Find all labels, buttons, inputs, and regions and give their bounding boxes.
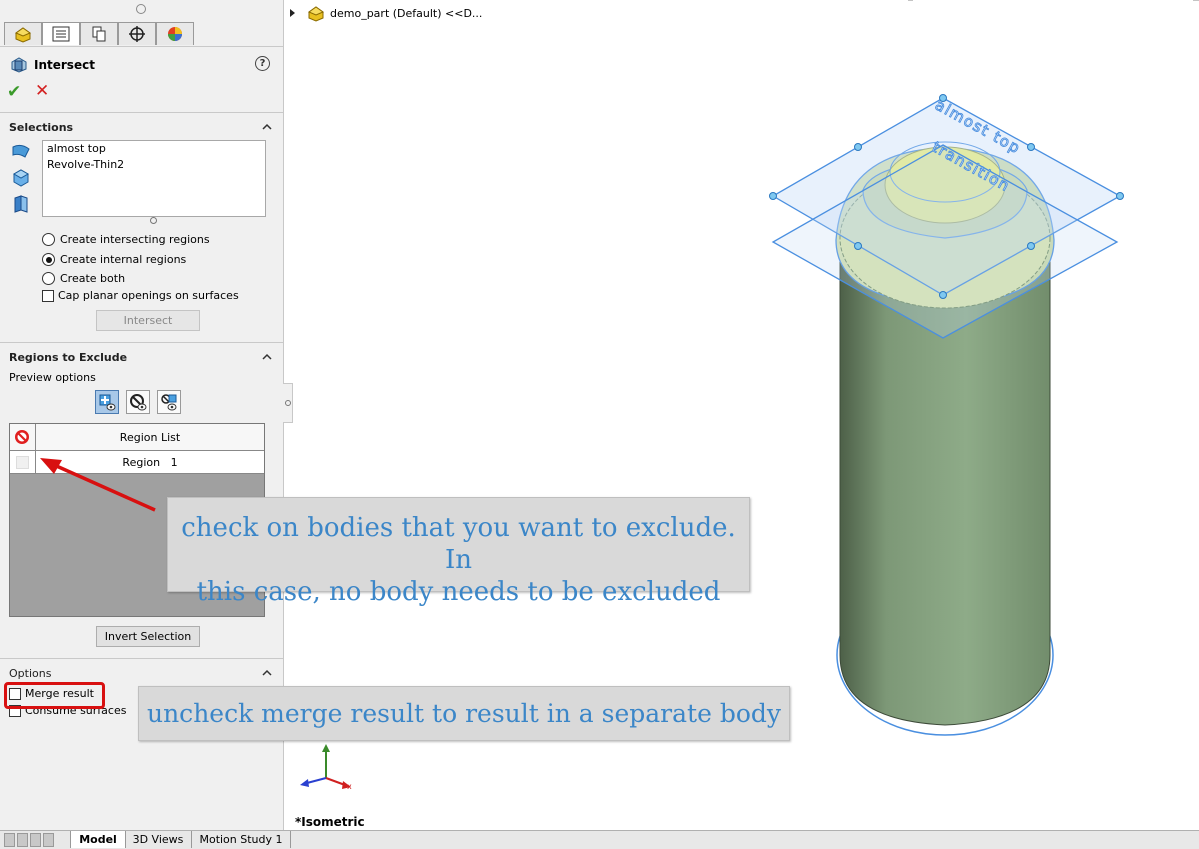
preview-hide-excluded-icon[interactable] (126, 390, 150, 414)
option-create-intersecting[interactable]: Create intersecting regions (42, 233, 210, 246)
pointer-arrow-icon (40, 458, 156, 512)
divider (0, 46, 283, 47)
checkbox-label: Cap planar openings on surfaces (58, 289, 239, 302)
exclude-annotation: check on bodies that you want to exclude… (167, 497, 750, 607)
property-list-icon (52, 26, 70, 42)
cap-planar-option[interactable]: Cap planar openings on surfaces (42, 289, 239, 302)
selection-list[interactable]: almost top Revolve-Thin2 (42, 140, 266, 217)
exclude-icon (15, 430, 29, 444)
plane-selection-icon (12, 144, 30, 158)
help-icon[interactable]: ? (255, 56, 270, 71)
tab-motion-study[interactable]: Motion Study 1 (192, 831, 291, 848)
prev-tab-button[interactable] (17, 833, 28, 847)
list-resize-grip[interactable] (150, 217, 157, 224)
radio-button[interactable] (42, 272, 55, 285)
radio-button[interactable] (42, 233, 55, 246)
ok-button[interactable]: ✔ (7, 82, 21, 102)
preview-both-icon[interactable] (157, 390, 181, 414)
first-tab-button[interactable] (4, 833, 15, 847)
collapse-chevron-icon[interactable] (262, 122, 272, 132)
tab-dimxpert-manager[interactable] (118, 22, 156, 45)
view-orientation-label: *Isometric (295, 815, 365, 829)
intersect-button[interactable]: Intersect (96, 310, 200, 331)
regions-header[interactable]: Regions to Exclude (9, 351, 127, 364)
divider (0, 342, 283, 343)
tab-configuration-manager[interactable] (80, 22, 118, 45)
option-create-internal[interactable]: Create internal regions (42, 253, 186, 266)
tab-feature-manager[interactable] (4, 22, 42, 45)
part-icon (14, 27, 32, 43)
annotation-line: check on bodies that you want to exclude… (181, 513, 736, 575)
bottom-tab-bar: Model 3D Views Motion Study 1 (0, 830, 1199, 849)
next-tab-button[interactable] (30, 833, 41, 847)
radio-label: Create both (60, 272, 126, 285)
region-list-column-header[interactable]: Region List (36, 424, 264, 450)
preview-options-label: Preview options (9, 371, 96, 384)
feature-title-row: Intersect (10, 56, 95, 74)
panel-grip[interactable] (136, 4, 146, 14)
radio-label: Create internal regions (60, 253, 187, 266)
tab-model[interactable]: Model (70, 831, 126, 848)
merge-annotation: uncheck merge result to result in a sepa… (138, 686, 790, 741)
list-item[interactable]: almost top (43, 141, 265, 157)
merge-result-highlight (4, 682, 105, 709)
annotation-line: this case, no body needs to be excluded (196, 577, 721, 607)
last-tab-button[interactable] (43, 833, 54, 847)
tab-3d-views[interactable]: 3D Views (125, 831, 192, 848)
crosshair-icon (129, 26, 145, 42)
list-item[interactable]: Revolve-Thin2 (43, 157, 265, 173)
manager-tabs (4, 22, 194, 46)
tab-display-manager[interactable] (156, 22, 194, 45)
feature-title: Intersect (34, 58, 95, 72)
invert-selection-button[interactable]: Invert Selection (96, 626, 200, 647)
options-header[interactable]: Options (9, 667, 51, 680)
configuration-icon (92, 26, 106, 42)
tab-property-manager[interactable] (42, 22, 80, 45)
option-create-both[interactable]: Create both (42, 272, 125, 285)
preview-show-included-icon[interactable] (95, 390, 119, 414)
radio-button[interactable] (42, 253, 55, 266)
checkbox[interactable] (42, 289, 54, 302)
intersect-icon (11, 57, 27, 73)
triad-x-label: x (347, 782, 352, 791)
axis-triad-icon: x (300, 744, 352, 791)
surface-selection-icon (14, 195, 28, 213)
collapse-chevron-icon[interactable] (262, 352, 272, 362)
body-selection-icon (12, 169, 30, 187)
region-table-header: Region List (10, 424, 264, 451)
collapse-chevron-icon[interactable] (262, 668, 272, 678)
selections-header[interactable]: Selections (9, 121, 73, 134)
divider (0, 112, 283, 113)
radio-label: Create intersecting regions (60, 233, 210, 246)
divider (0, 658, 283, 659)
appearance-icon (168, 27, 182, 41)
exclude-checkbox[interactable] (16, 456, 29, 469)
cancel-button[interactable]: ✕ (35, 81, 49, 101)
